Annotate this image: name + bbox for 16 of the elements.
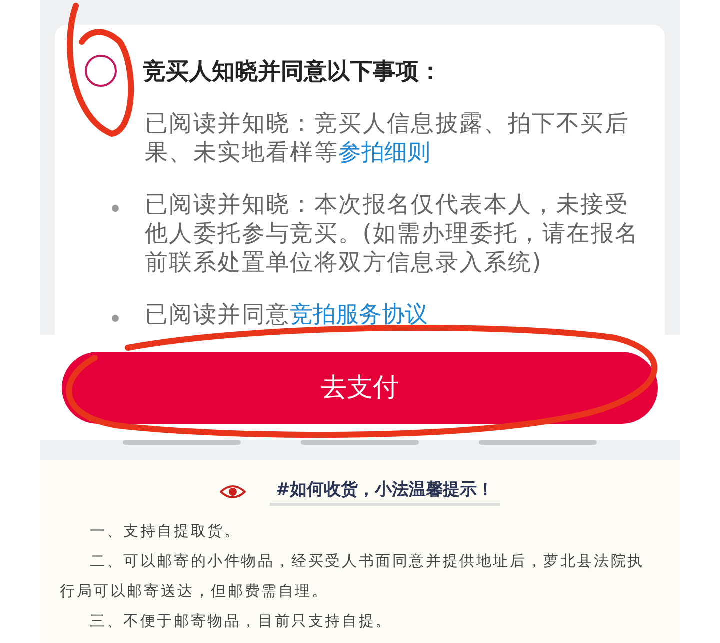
article-paragraph: 三、不便于邮寄物品，目前只支持自提。 [89,611,394,632]
article-paragraph: 一、支持自提取货。 [89,521,242,542]
radio-button[interactable] [85,55,117,87]
agreement-item: 已阅读并同意竞拍服务协议 [145,301,430,330]
article-heading: #如何收货，小法温馨提示！ [270,478,500,506]
agreement-item: 已阅读并知晓：本次报名仅代表本人，未接受他人委托参与竞买。(如需办理委托，请在报名前联系处置单位将双方信息录入系统) [145,191,640,278]
nav-bar-icon[interactable] [479,440,597,445]
agreement-link[interactable]: 竞拍服务协议 [290,302,428,328]
nav-bar-icon[interactable] [123,440,241,445]
agreement-title: 竞买人知晓并同意以下事项： [143,58,442,86]
article-paragraph: 二、可以邮寄的小件物品，经买受人书面同意并提供地址后，萝北县法院执行局可以邮寄送达，但邮费需自理。 [60,551,646,602]
agreement-link[interactable]: 参拍细则 [338,140,431,166]
nav-bar-icon[interactable] [301,440,419,445]
agreement-item: 已阅读并知晓：竞买人信息披露、拍下不买后果、未实地看样等参拍细则 [145,110,630,168]
pay-button[interactable]: 去支付 [62,352,658,424]
eye-icon [220,485,246,499]
